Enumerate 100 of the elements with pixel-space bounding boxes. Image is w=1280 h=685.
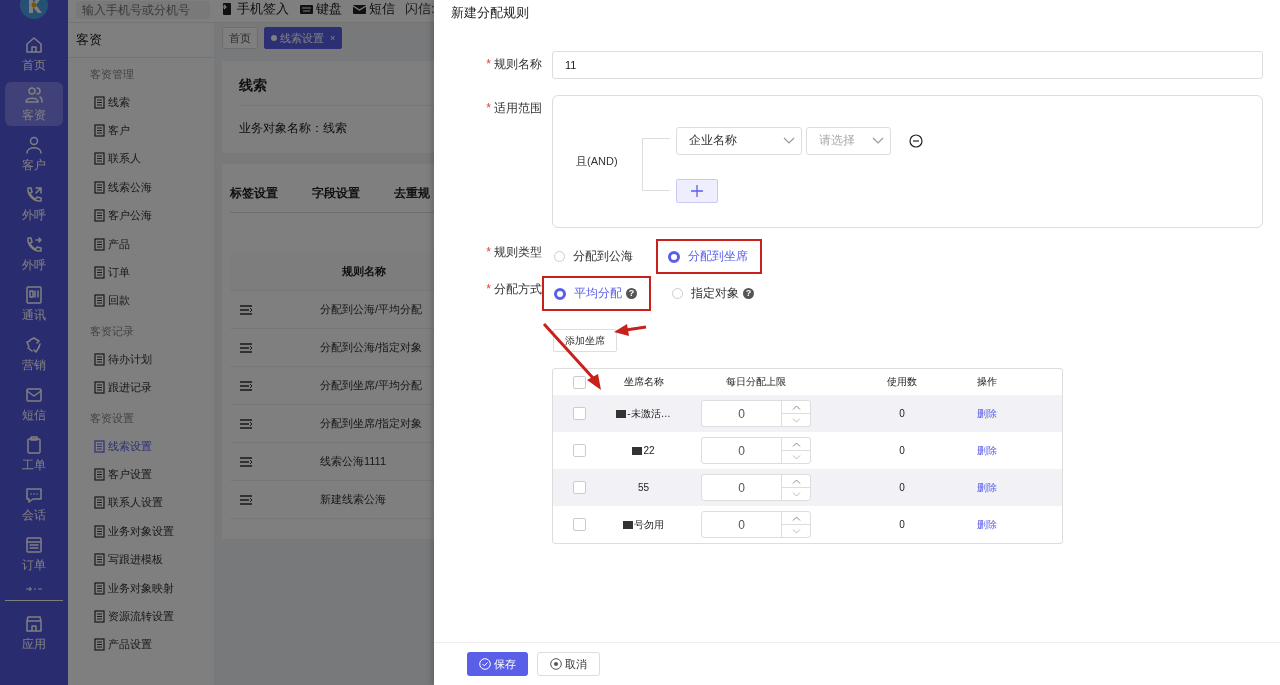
page-tab[interactable]: 线索设置 × — [264, 27, 343, 49]
help-icon[interactable]: ? — [743, 288, 754, 299]
toolbar-button[interactable]: 键盘 — [299, 0, 342, 18]
table-cell-text: 新建线索公海 — [319, 492, 386, 507]
text-field[interactable]: 11 — [552, 51, 1263, 79]
required-mark: * — [486, 56, 491, 73]
sidebar-item[interactable]: 产品设置 — [68, 630, 214, 660]
document-icon — [94, 581, 105, 595]
table-cell-text: 线索公海1111 — [319, 454, 387, 469]
sidebar-item[interactable]: 待办计划 — [68, 345, 214, 374]
column-header: 坐席名称 — [623, 375, 664, 389]
check-circle-icon — [479, 658, 491, 670]
toolbar-button[interactable]: 手机签入 — [220, 0, 289, 18]
sidebar-item[interactable]: 线索公海 — [68, 173, 214, 202]
nav-item[interactable]: 客户 — [5, 132, 63, 176]
nav-item[interactable]: 订单 — [5, 532, 63, 576]
nav-item[interactable]: 会话 — [5, 482, 63, 526]
sidebar-item[interactable]: 业务对象映射 — [68, 573, 214, 603]
settings-tab[interactable]: 去重规 — [394, 185, 430, 202]
search-field[interactable]: 输入手机号或分机号 — [76, 1, 210, 19]
radio-option[interactable]: 分配到坐席 — [656, 239, 762, 274]
nav-item[interactable]: 短信 — [5, 382, 63, 426]
page-tab[interactable]: 首页 — [222, 27, 258, 49]
column-header: 每日分配上限 — [726, 375, 786, 389]
add-seat-button[interactable]: 添加坐席 — [553, 329, 617, 352]
logic-label: 且(AND) — [576, 154, 619, 169]
checkbox[interactable] — [573, 444, 586, 457]
help-icon[interactable]: ? — [626, 288, 637, 299]
caret-up-icon — [791, 441, 801, 447]
table-cell: 0 — [899, 482, 905, 493]
radio-option[interactable]: 指定对象 ? — [660, 276, 768, 311]
nav-item[interactable]: 外呼 — [5, 182, 63, 226]
sidebar-item[interactable]: 写跟进模板 — [68, 545, 214, 574]
clipboard-icon — [24, 434, 44, 455]
checkbox[interactable] — [573, 518, 586, 531]
settings-tab[interactable]: 标签设置 — [230, 185, 278, 202]
checkbox[interactable] — [573, 481, 586, 494]
sidebar-item[interactable]: 跟进记录 — [68, 373, 214, 402]
document-icon — [94, 553, 105, 567]
checkbox[interactable] — [573, 375, 586, 389]
delete-link[interactable]: 删除 — [977, 406, 997, 421]
nav-item[interactable]: 外呼 — [5, 232, 63, 276]
sidebar-item[interactable]: 回款 — [68, 286, 214, 316]
field-label: 适用范围 — [494, 100, 542, 117]
toolbar-button[interactable]: 短信 — [352, 0, 395, 18]
sidebar-item[interactable]: 业务对象设置 — [68, 517, 214, 546]
document-icon — [94, 381, 105, 395]
caret-down-icon — [791, 417, 801, 423]
drag-handle-icon — [240, 304, 252, 315]
delete-link[interactable]: 删除 — [977, 480, 997, 495]
section-title: 客资 — [68, 23, 214, 58]
nav-item[interactable]: 应用 — [5, 611, 63, 655]
number-field[interactable]: 0 — [701, 400, 811, 427]
mask-overlay[interactable] — [0, 0, 434, 685]
settings-tab[interactable]: 字段设置 — [312, 185, 360, 202]
caret-down-icon — [791, 528, 801, 534]
number-field[interactable]: 0 — [701, 437, 811, 464]
table-cell: 0 — [899, 445, 905, 456]
field-label: 规则类型 — [494, 244, 542, 261]
table-cell: 0 — [899, 519, 905, 530]
select-field[interactable]: 请选择 — [806, 126, 891, 155]
bracket-line — [642, 138, 670, 191]
delete-link[interactable]: 删除 — [977, 517, 997, 532]
sidebar-item[interactable]: 联系人 — [68, 144, 214, 174]
contact-card-icon — [24, 284, 44, 305]
nav-item[interactable]: 营销 — [5, 332, 63, 376]
cancel-button[interactable]: 取消 — [537, 652, 600, 676]
sidebar-item[interactable]: 客户 — [68, 116, 214, 145]
nav-item[interactable]: 通讯 — [5, 282, 63, 326]
table-cell: 0 — [899, 408, 905, 419]
radio-button[interactable] — [668, 250, 680, 263]
checkbox[interactable] — [573, 407, 586, 420]
toggle-icon — [24, 586, 44, 594]
sidebar-item[interactable]: 线索设置 — [68, 431, 214, 461]
radio-option[interactable]: 分配到公海 — [542, 239, 647, 274]
number-field[interactable]: 0 — [701, 511, 811, 538]
sidebar-item[interactable]: 联系人设置 — [68, 488, 214, 518]
caret-up-icon — [791, 404, 801, 410]
sidebar-item[interactable]: 订单 — [68, 258, 214, 287]
remove-icon[interactable] — [909, 133, 923, 148]
required-mark: * — [486, 100, 491, 117]
sidebar-item[interactable]: 客户设置 — [68, 460, 214, 489]
sidebar-item[interactable]: 线索 — [68, 88, 214, 117]
sidebar-item[interactable]: 资源流转设置 — [68, 602, 214, 631]
required-mark: * — [486, 244, 491, 261]
number-field[interactable]: 0 — [701, 474, 811, 501]
radio-button[interactable] — [554, 287, 566, 300]
nav-item[interactable]: 首页 — [5, 32, 63, 76]
select-field[interactable]: 企业名称 — [676, 126, 802, 155]
phone-icon — [24, 234, 44, 255]
save-button[interactable]: 保存 — [467, 652, 528, 676]
nav-item[interactable]: 工单 — [5, 432, 63, 476]
drawer-title: 新建分配规则 — [450, 4, 530, 22]
add-condition-button[interactable] — [676, 178, 718, 203]
sidebar-item[interactable]: 客户公海 — [68, 201, 214, 230]
radio-option[interactable]: 平均分配 ? — [542, 276, 651, 311]
table-cell-text: 分配到坐席/平均分配 — [319, 378, 423, 393]
document-icon — [94, 524, 105, 538]
sidebar-item[interactable]: 产品 — [68, 229, 214, 259]
delete-link[interactable]: 删除 — [977, 443, 997, 458]
